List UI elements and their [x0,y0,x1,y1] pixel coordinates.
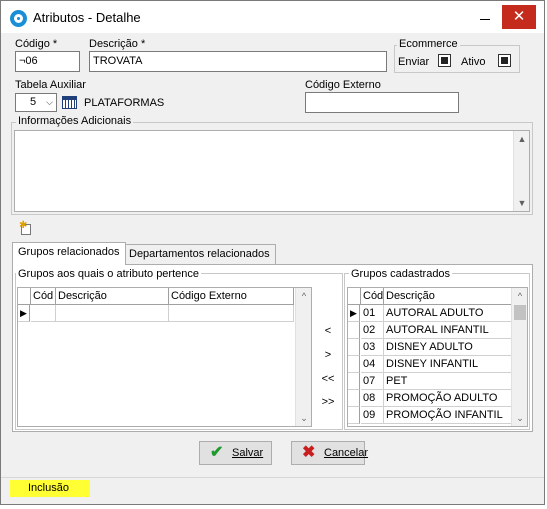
salvar-button[interactable]: ✔ Salvar [199,441,272,465]
tabela-auxiliar-select[interactable]: 5 ⌵ [15,93,57,112]
right-grid-cell-cod[interactable]: 02 [361,322,384,339]
right-grid-cell-descricao[interactable]: DISNEY INFANTIL [384,356,512,373]
row-indicator [348,407,360,424]
calendar-table-icon[interactable] [62,96,77,109]
scroll-up-icon[interactable]: ^ [512,288,527,304]
right-grid-cell-cod[interactable]: 01 [361,305,384,322]
descricao-input[interactable]: TROVATA [89,51,387,72]
right-grid-corner [348,288,361,305]
ativo-checkbox[interactable] [498,54,511,67]
left-grid-scrollbar[interactable]: ^ ⌄ [295,288,311,426]
tab-panel: Grupos aos quais o atributo pertence Cód… [12,264,533,432]
codigo-label: Código * [15,38,58,50]
right-grid-header-cod[interactable]: Cód [361,288,384,305]
cancelar-button[interactable]: ✖ Cancelar [291,441,369,465]
right-grid-cell-descricao[interactable]: PET [384,373,512,390]
right-grid-cell-cod[interactable]: 07 [361,373,384,390]
move-left-button[interactable]: < [318,325,338,337]
move-all-left-button[interactable]: << [318,373,338,385]
scroll-up-icon[interactable]: ^ [296,288,311,304]
info-scrollbar[interactable]: ▲ ▼ [513,131,529,211]
right-grid-cell-cod[interactable]: 08 [361,390,384,407]
new-document-icon[interactable]: ✱ [19,221,34,236]
row-indicator [348,339,360,356]
title-bar: Atributos - Detalhe ✕ [1,1,544,33]
right-grid-cell-descricao[interactable]: PROMOÇÃO INFANTIL [384,407,512,424]
left-grid-cell[interactable] [56,305,169,322]
tabela-auxiliar-value: 5 [30,96,37,108]
scroll-down-icon[interactable]: ⌄ [512,410,527,426]
right-grid-cell-descricao[interactable]: AUTORAL INFANTIL [384,322,512,339]
left-grid-title: Grupos aos quais o atributo pertence [16,268,202,280]
scroll-down-icon[interactable]: ⌄ [296,410,311,426]
row-indicator [348,356,360,373]
status-bar: Inclusão [1,477,544,499]
right-grid-cell-cod[interactable]: 09 [361,407,384,424]
row-pointer-icon: ▶ [348,305,360,322]
minimize-button[interactable] [471,5,499,29]
info-textarea[interactable]: ▲ ▼ [14,130,530,212]
right-grid[interactable]: Cód Descrição ▶ 01 AUTORAL ADULTO 02 AUTORAL… [347,287,528,427]
left-grid-header-codigo-externo[interactable]: Código Externo [169,288,294,305]
right-grid-cell-cod[interactable]: 04 [361,356,384,373]
enviar-label: Enviar [398,56,430,68]
dialog-window: Atributos - Detalhe ✕ Código * ¬06 Descr… [0,0,545,505]
scroll-up-icon[interactable]: ▲ [514,131,530,147]
descricao-label: Descrição * [89,38,146,50]
tab-grupos-relacionados[interactable]: Grupos relacionados [12,242,126,265]
move-right-button[interactable]: > [318,349,338,361]
x-icon: ✖ [302,444,316,461]
check-icon: ✔ [210,444,224,461]
row-indicator [348,390,360,407]
right-grid-title: Grupos cadastrados [349,268,453,280]
left-grid-cell[interactable] [169,305,294,322]
left-grid-header-cod[interactable]: Cód [31,288,56,305]
window-title: Atributos - Detalhe [33,10,141,25]
enviar-checkbox[interactable] [438,54,451,67]
codigo-externo-label: Código Externo [305,79,381,91]
codigo-input[interactable]: ¬06 [15,51,80,72]
ecommerce-title: Ecommerce [397,38,460,50]
status-mode: Inclusão [10,480,90,497]
left-grid[interactable]: Cód Descrição Código Externo ▶ ^ ⌄ [17,287,312,427]
tabela-auxiliar-label: Tabela Auxiliar [15,79,86,91]
tab-departamentos-relacionados[interactable]: Departamentos relacionados [123,244,276,265]
right-grid-cell-descricao[interactable]: DISNEY ADULTO [384,339,512,356]
info-label: Informações Adicionais [16,115,134,127]
left-grid-cell[interactable] [31,305,56,322]
right-grid-header-descricao[interactable]: Descrição [384,288,512,305]
row-pointer-icon: ▶ [18,305,30,322]
right-grid-cell-descricao[interactable]: AUTORAL ADULTO [384,305,512,322]
right-grid-cell-descricao[interactable]: PROMOÇÃO ADULTO [384,390,512,407]
ativo-label: Ativo [461,56,486,68]
row-indicator [348,322,360,339]
app-logo-icon [10,10,27,27]
tabela-auxiliar-text: PLATAFORMAS [84,97,165,109]
move-all-right-button[interactable]: >> [318,396,338,408]
codigo-externo-input[interactable] [305,92,459,113]
scroll-down-icon[interactable]: ▼ [514,195,530,211]
scroll-thumb[interactable] [514,305,526,320]
right-grid-cell-cod[interactable]: 03 [361,339,384,356]
row-indicator [348,373,360,390]
sparkle-shape: ✱ [19,220,28,231]
close-button[interactable]: ✕ [502,5,536,29]
chevron-down-icon: ⌵ [46,97,53,107]
left-grid-header-descricao[interactable]: Descrição [56,288,169,305]
salvar-label: Salvar [232,447,264,459]
right-grid-scrollbar[interactable]: ^ ⌄ [511,288,527,426]
left-grid-corner [18,288,31,305]
cancelar-label: Cancelar [324,447,369,459]
